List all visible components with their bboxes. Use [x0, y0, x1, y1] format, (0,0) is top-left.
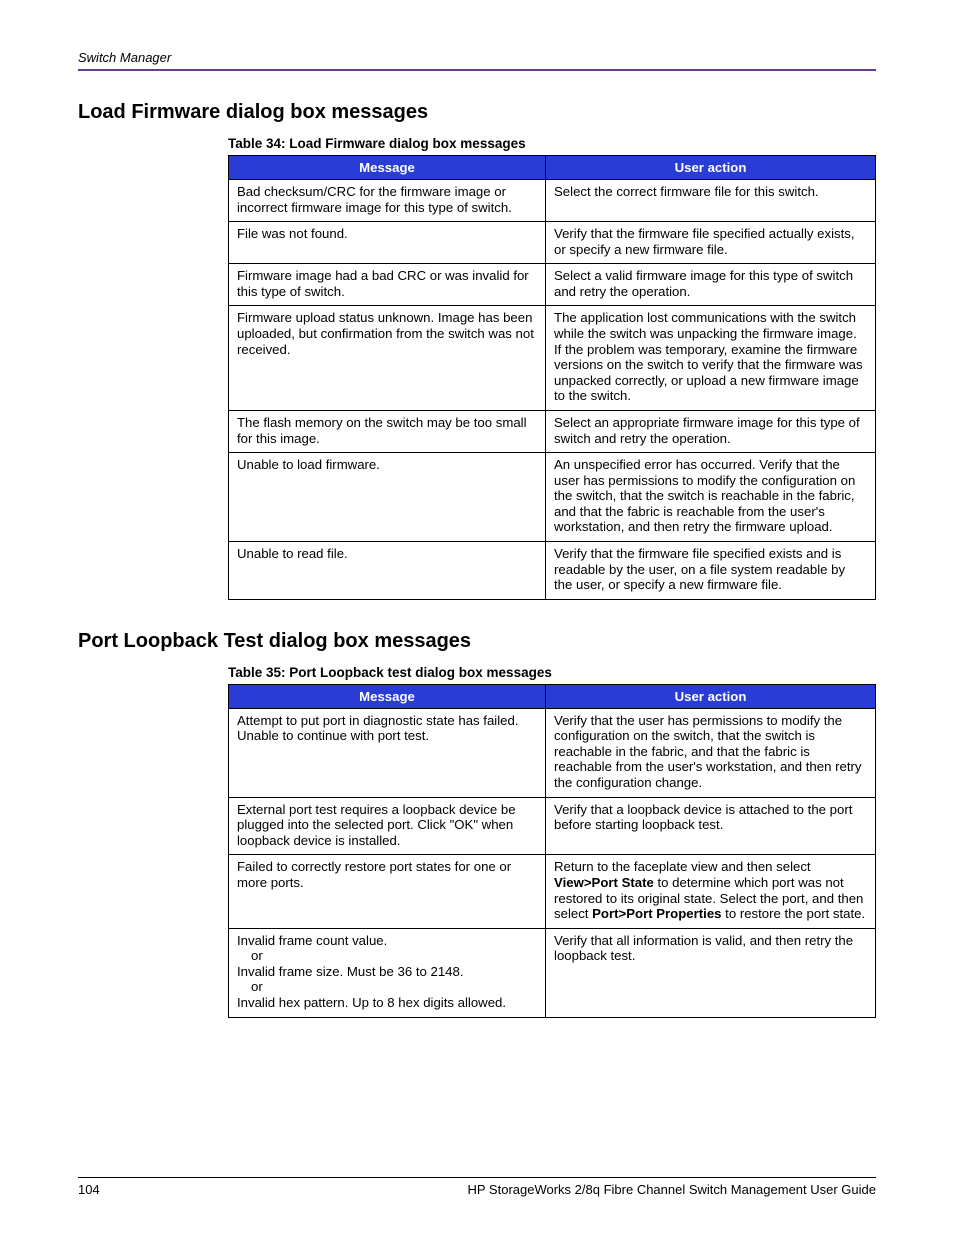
table-row: Bad checksum/CRC for the firmware image … — [229, 180, 876, 222]
table-row: Attempt to put port in diagnostic state … — [229, 708, 876, 797]
cell-action: Verify that all information is valid, an… — [546, 928, 876, 1017]
menu-path: Port>Port Properties — [592, 906, 721, 921]
table-row: File was not found. Verify that the firm… — [229, 222, 876, 264]
table35-caption: Table 35: Port Loopback test dialog box … — [78, 665, 876, 680]
table-row: External port test requires a loopback d… — [229, 797, 876, 855]
page-footer: 104 HP StorageWorks 2/8q Fibre Channel S… — [78, 1177, 876, 1197]
cell-action: Verify that the firmware file specified … — [546, 222, 876, 264]
cell-message: Bad checksum/CRC for the firmware image … — [229, 180, 546, 222]
footer-rule — [78, 1177, 876, 1178]
table-row: Firmware image had a bad CRC or was inva… — [229, 264, 876, 306]
table34-caption: Table 34: Load Firmware dialog box messa… — [78, 136, 876, 151]
running-head: Switch Manager — [78, 50, 876, 65]
cell-action: Verify that the user has permissions to … — [546, 708, 876, 797]
cell-message: External port test requires a loopback d… — [229, 797, 546, 855]
section-title-load-firmware: Load Firmware dialog box messages — [78, 101, 876, 124]
menu-path: View>Port State — [554, 875, 654, 890]
cell-action: The application lost communications with… — [546, 306, 876, 410]
cell-action: Select an appropriate firmware image for… — [546, 410, 876, 452]
text-or: or — [237, 979, 537, 995]
table-port-loopback: Message User action Attempt to put port … — [228, 684, 876, 1018]
caption-prefix: Table 34: — [228, 136, 289, 151]
table-row: Unable to read file. Verify that the fir… — [229, 541, 876, 599]
cell-message: Invalid frame count value. or Invalid fr… — [229, 928, 546, 1017]
cell-action: Return to the faceplate view and then se… — [546, 855, 876, 928]
text: Invalid hex pattern. Up to 8 hex digits … — [237, 995, 506, 1010]
table-row: Unable to load firmware. An unspecified … — [229, 453, 876, 542]
cell-action: Select a valid firmware image for this t… — [546, 264, 876, 306]
cell-message: File was not found. — [229, 222, 546, 264]
cell-message: Failed to correctly restore port states … — [229, 855, 546, 928]
table-row: Firmware upload status unknown. Image ha… — [229, 306, 876, 410]
col-header-user-action: User action — [546, 156, 876, 180]
caption-prefix: Table 35: — [228, 665, 289, 680]
text-or: or — [237, 948, 537, 964]
cell-message: The flash memory on the switch may be to… — [229, 410, 546, 452]
table-row: Failed to correctly restore port states … — [229, 855, 876, 928]
cell-message: Unable to read file. — [229, 541, 546, 599]
col-header-message: Message — [229, 684, 546, 708]
table-row: The flash memory on the switch may be to… — [229, 410, 876, 452]
text: Invalid frame size. Must be 36 to 2148. — [237, 964, 464, 979]
cell-action: Verify that a loopback device is attache… — [546, 797, 876, 855]
col-header-message: Message — [229, 156, 546, 180]
cell-message: Unable to load firmware. — [229, 453, 546, 542]
cell-message: Firmware upload status unknown. Image ha… — [229, 306, 546, 410]
caption-text: Port Loopback test dialog box messages — [289, 665, 552, 680]
text: Return to the faceplate view and then se… — [554, 859, 811, 874]
doc-title: HP StorageWorks 2/8q Fibre Channel Switc… — [468, 1182, 877, 1197]
table-row: Invalid frame count value. or Invalid fr… — [229, 928, 876, 1017]
cell-action: Verify that the firmware file specified … — [546, 541, 876, 599]
section-title-port-loopback: Port Loopback Test dialog box messages — [78, 630, 876, 653]
page-number: 104 — [78, 1182, 100, 1197]
caption-text: Load Firmware dialog box messages — [289, 136, 525, 151]
cell-message: Attempt to put port in diagnostic state … — [229, 708, 546, 797]
text: to restore the port state. — [722, 906, 866, 921]
cell-action: An unspecified error has occurred. Verif… — [546, 453, 876, 542]
header-rule — [78, 69, 876, 71]
col-header-user-action: User action — [546, 684, 876, 708]
cell-action: Select the correct firmware file for thi… — [546, 180, 876, 222]
table-load-firmware: Message User action Bad checksum/CRC for… — [228, 155, 876, 600]
text: Invalid frame count value. — [237, 933, 387, 948]
cell-message: Firmware image had a bad CRC or was inva… — [229, 264, 546, 306]
